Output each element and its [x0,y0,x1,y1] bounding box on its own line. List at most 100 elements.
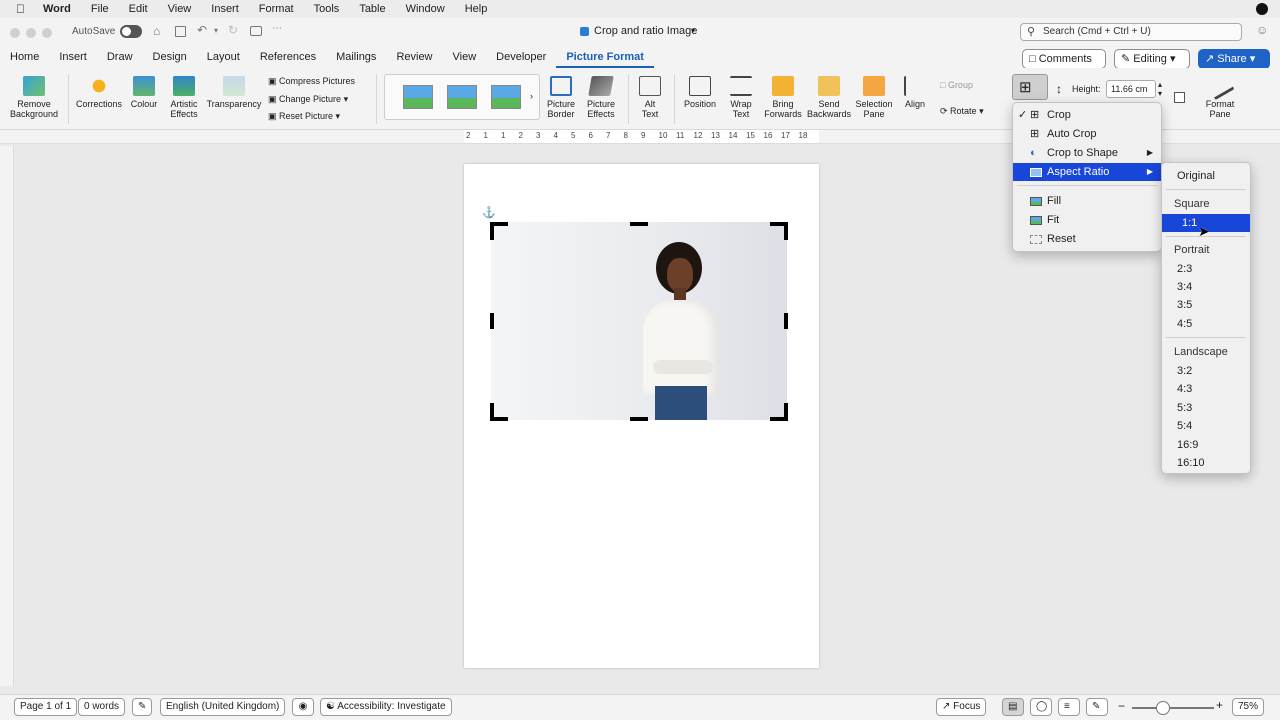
position-button[interactable]: Position [680,76,720,109]
save-icon[interactable] [175,26,186,37]
aspect-3-4[interactable]: 3:4 [1162,278,1250,296]
share-button[interactable]: ↗ Share ▾ [1198,49,1270,69]
height-stepper[interactable]: ▴ ▾ [1158,80,1162,98]
menu-item-fit[interactable]: Fit [1013,211,1161,229]
anchor-icon[interactable]: ⚓ [482,206,496,219]
menu-edit[interactable]: Edit [129,3,148,15]
crop-button[interactable]: ⊞ [1012,74,1048,100]
close-window-icon[interactable] [10,28,20,38]
aspect-16-9[interactable]: 16:9 [1162,436,1250,454]
colour-button[interactable]: Colour [126,76,162,109]
change-picture-button[interactable]: ▣ Change Picture ▾ [268,94,368,104]
outline-view-icon[interactable]: ≡ [1058,698,1080,716]
format-pane-button[interactable]: Format Pane [1198,71,1242,119]
menu-item-auto-crop[interactable]: ⊞ Auto Crop [1013,125,1161,143]
rotate-button[interactable]: ⟳ Rotate ▾ [940,106,1000,116]
tab-references[interactable]: References [250,46,326,68]
apple-icon[interactable]:  [16,2,25,16]
menu-tools[interactable]: Tools [314,3,340,15]
zoom-slider[interactable] [1132,701,1214,715]
bring-forwards-button[interactable]: Bring Forwards [762,76,804,119]
aspect-original[interactable]: Original [1162,167,1250,185]
print-layout-icon[interactable]: ▤ [1002,698,1024,716]
draft-view-icon[interactable]: ✎ [1086,698,1108,716]
accessibility-button[interactable]: ☯ Accessibility: Investigate [320,698,452,716]
comments-button[interactable]: □ Comments [1022,49,1106,69]
menu-item-crop-to-shape[interactable]: ◐ Crop to Shape ▶ [1013,144,1161,162]
wrap-text-button[interactable]: Wrap Text [722,76,760,119]
zoom-level[interactable]: 75% [1232,698,1265,716]
record-icon[interactable]: ◉ [292,698,314,716]
picture-style-2[interactable] [447,85,477,109]
send-backwards-button[interactable]: Send Backwards [806,76,852,119]
menu-format[interactable]: Format [259,3,294,15]
menu-table[interactable]: Table [359,3,385,15]
tab-view[interactable]: View [443,46,487,68]
menu-view[interactable]: View [168,3,192,15]
undo-icon[interactable]: ↶ [197,23,207,37]
picture-style-1[interactable] [403,85,433,109]
aspect-3-5[interactable]: 3:5 [1162,296,1250,314]
aspect-4-5[interactable]: 4:5 [1162,315,1250,333]
tab-picture-format[interactable]: Picture Format [556,46,654,68]
gallery-more-icon[interactable]: › [530,91,533,101]
height-input[interactable]: 11.66 cm [1106,80,1156,98]
print-icon[interactable] [250,26,262,36]
control-center-icon[interactable] [1256,3,1268,15]
zoom-out-icon[interactable]: − [1118,699,1125,713]
search-box[interactable]: ⚲ Search (Cmd + Ctrl + U) [1020,23,1242,41]
aspect-3-2[interactable]: 3:2 [1162,362,1250,380]
tab-mailings[interactable]: Mailings [326,46,386,68]
aspect-2-3[interactable]: 2:3 [1162,260,1250,278]
title-chevron-down-icon[interactable]: ▾ [691,26,695,35]
menu-insert[interactable]: Insert [211,3,239,15]
tab-insert[interactable]: Insert [49,46,97,68]
focus-button[interactable]: ↗ Focus [936,698,987,716]
share-person-icon[interactable]: ☺ [1256,23,1268,37]
zoom-window-icon[interactable] [42,28,52,38]
group-button[interactable]: □ Group [940,80,990,90]
aspect-16-10[interactable]: 16:10 [1162,454,1250,472]
customize-toolbar-icon[interactable]: ⋯ [272,23,282,34]
picture-style-3[interactable] [491,85,521,109]
transparency-button[interactable]: Transparency [206,76,262,109]
tab-home[interactable]: Home [0,46,49,68]
menu-item-reset[interactable]: Reset [1013,230,1161,248]
zoom-in-icon[interactable]: + [1216,698,1223,712]
menu-item-crop[interactable]: ✓ ⊞ Crop [1013,106,1161,124]
editing-button[interactable]: ✎ Editing ▾ [1114,49,1190,69]
word-count[interactable]: 0 words [78,698,126,716]
aspect-5-3[interactable]: 5:3 [1162,399,1250,417]
reset-picture-button[interactable]: ▣ Reset Picture ▾ [268,111,368,121]
picture-border-button[interactable]: Picture Border [542,76,580,119]
home-icon[interactable]: ⌂ [153,24,160,38]
menu-window[interactable]: Window [406,3,445,15]
aspect-4-3[interactable]: 4:3 [1162,380,1250,398]
tab-draw[interactable]: Draw [97,46,143,68]
selected-image[interactable] [491,222,787,420]
picture-effects-button[interactable]: Picture Effects [582,76,620,119]
remove-background-button[interactable]: Remove Background [6,76,62,119]
document-title[interactable]: Crop and ratio Image [594,25,697,37]
zoom-slider-thumb[interactable] [1156,701,1170,715]
autosave-toggle[interactable] [120,25,142,38]
menu-app-name[interactable]: Word [43,3,71,15]
selection-pane-button[interactable]: Selection Pane [852,76,896,119]
language-button[interactable]: English (United Kingdom) [160,698,286,716]
tab-design[interactable]: Design [143,46,197,68]
artistic-effects-button[interactable]: Artistic Effects [164,76,204,119]
menu-item-fill[interactable]: Fill [1013,192,1161,210]
align-button[interactable]: Align [898,76,932,109]
menu-help[interactable]: Help [465,3,488,15]
corrections-button[interactable]: Corrections [72,76,126,109]
menu-file[interactable]: File [91,3,109,15]
page-count[interactable]: Page 1 of 1 [14,698,78,716]
compress-pictures-button[interactable]: ▣ Compress Pictures [268,76,368,86]
undo-dropdown-icon[interactable]: ▾ [214,26,218,35]
proofing-icon[interactable]: ✎ [132,698,152,716]
aspect-5-4[interactable]: 5:4 [1162,417,1250,435]
tab-review[interactable]: Review [386,46,442,68]
menu-item-aspect-ratio[interactable]: Aspect Ratio ▶ [1013,163,1161,181]
alt-text-button[interactable]: Alt Text [634,76,666,119]
redo-icon[interactable]: ↻ [228,23,238,37]
